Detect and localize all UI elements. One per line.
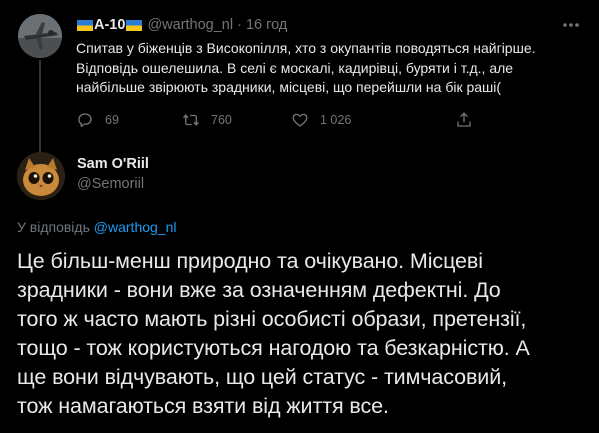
retweet-count: 760 xyxy=(211,113,232,127)
retweet-icon xyxy=(182,114,200,126)
parent-handle[interactable]: @warthog_nl xyxy=(147,17,233,33)
reply-text-line-5: ще вони відчувають, що цей статус - тимч… xyxy=(17,365,507,389)
ukraine-flag-icon xyxy=(126,19,143,31)
cat-avatar-image xyxy=(17,152,65,200)
replying-to-line: У відповідь @warthog_nl xyxy=(17,219,176,235)
parent-display-name[interactable]: A-10 xyxy=(76,17,143,33)
thread-line xyxy=(39,60,41,152)
parent-text-line-2: Відповідь ошелешила. В селі є москалі, к… xyxy=(76,59,514,76)
replying-to-label: У відповідь xyxy=(17,219,90,235)
reply-text-line-2: зрадники - вони вже за означенням дефект… xyxy=(17,278,501,302)
reply-button[interactable]: 69 xyxy=(76,110,119,130)
reply-text-line-6: тож намагаються взяти від життя все. xyxy=(17,394,389,418)
reply-icon xyxy=(78,113,92,128)
ukraine-flag-icon xyxy=(77,19,93,31)
reply-display-name[interactable]: Sam O'Riil xyxy=(77,156,149,172)
share-button[interactable] xyxy=(455,110,473,130)
parent-text-line-1: Спитав у біженців з Високопілля, хто з о… xyxy=(76,40,536,56)
more-icon[interactable] xyxy=(561,17,581,33)
reply-count: 69 xyxy=(105,113,119,127)
like-button[interactable]: 1 026 xyxy=(291,110,351,130)
reply-text-line-3: того ж часто мають різні особисті образи… xyxy=(17,307,527,331)
parent-avatar[interactable] xyxy=(18,14,62,58)
parent-display-name-text: A-10 xyxy=(94,17,126,33)
reply-tweet-text: Це більш-менш природно та очікувано. Міс… xyxy=(17,247,587,421)
reply-text-line-4: тощо - тож користуються нагодою та безка… xyxy=(17,336,530,360)
reply-text-line-1: Це більш-менш природно та очікувано. Міс… xyxy=(17,249,483,273)
parent-text-line-3: найбільше звірюють зрадники, місцеві, що… xyxy=(76,79,502,95)
replying-to-handle-link[interactable]: @warthog_nl xyxy=(94,219,177,235)
parent-tweet[interactable]: A-10 @warthog_nl · 16 год Спитав у біжен… xyxy=(0,0,599,152)
aircraft-avatar-image xyxy=(18,14,62,58)
retweet-button[interactable]: 760 xyxy=(182,110,232,130)
parent-time[interactable]: 16 год xyxy=(246,17,287,33)
share-icon xyxy=(457,112,471,127)
meta-separator: · xyxy=(237,17,242,33)
like-count: 1 026 xyxy=(320,113,352,127)
reply-handle[interactable]: @Semoriil xyxy=(77,176,144,192)
like-icon xyxy=(292,113,308,127)
parent-actions: 69 760 1 026 xyxy=(76,110,506,130)
reply-avatar[interactable] xyxy=(17,152,65,200)
parent-tweet-text: Спитав у біженців з Високопілля, хто з о… xyxy=(76,39,581,98)
parent-header: A-10 @warthog_nl · 16 год xyxy=(76,15,287,35)
